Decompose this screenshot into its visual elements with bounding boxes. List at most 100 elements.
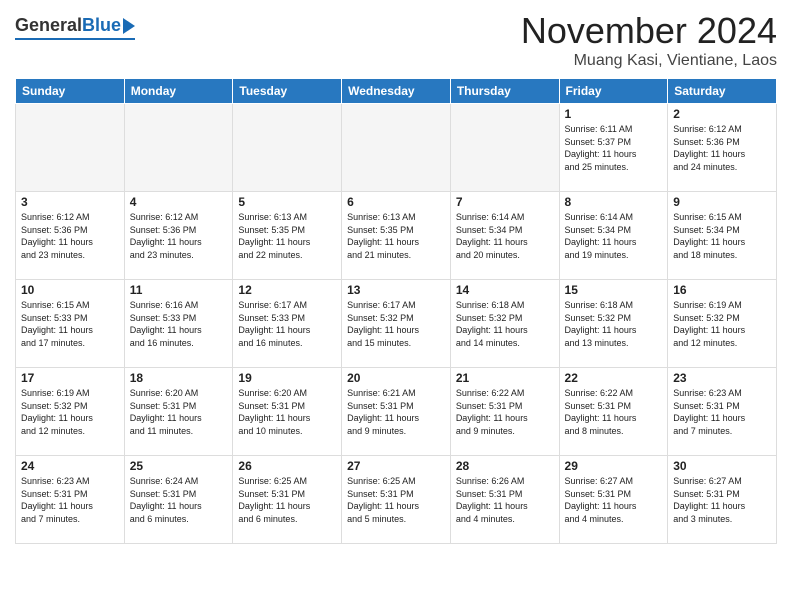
day-number: 26 xyxy=(238,459,336,473)
calendar-cell: 23 Sunrise: 6:23 AM Sunset: 5:31 PM Dayli… xyxy=(668,368,777,456)
day-number: 7 xyxy=(456,195,554,209)
week-row-5: 24 Sunrise: 6:23 AM Sunset: 5:31 PM Dayli… xyxy=(16,456,777,544)
calendar: SundayMondayTuesdayWednesdayThursdayFrid… xyxy=(15,78,777,544)
weekday-header-wednesday: Wednesday xyxy=(342,79,451,104)
calendar-cell xyxy=(233,104,342,192)
cell-text: Sunrise: 6:22 AM Sunset: 5:31 PM Dayligh… xyxy=(456,387,554,437)
calendar-cell: 30 Sunrise: 6:27 AM Sunset: 5:31 PM Dayli… xyxy=(668,456,777,544)
day-number: 18 xyxy=(130,371,228,385)
calendar-cell: 19 Sunrise: 6:20 AM Sunset: 5:31 PM Dayli… xyxy=(233,368,342,456)
cell-text: Sunrise: 6:19 AM Sunset: 5:32 PM Dayligh… xyxy=(673,299,771,349)
calendar-cell: 8Sunrise: 6:14 AM Sunset: 5:34 PM Daylig… xyxy=(559,192,668,280)
calendar-cell: 27 Sunrise: 6:25 AM Sunset: 5:31 PM Dayli… xyxy=(342,456,451,544)
calendar-cell xyxy=(342,104,451,192)
cell-text: Sunrise: 6:17 AM Sunset: 5:33 PM Dayligh… xyxy=(238,299,336,349)
day-number: 30 xyxy=(673,459,771,473)
cell-text: Sunrise: 6:27 AM Sunset: 5:31 PM Dayligh… xyxy=(565,475,663,525)
cell-text: Sunrise: 6:20 AM Sunset: 5:31 PM Dayligh… xyxy=(130,387,228,437)
logo-arrow-icon xyxy=(123,18,135,34)
cell-text: Sunrise: 6:11 AM Sunset: 5:37 PM Dayligh… xyxy=(565,123,663,173)
week-row-1: 1 Sunrise: 6:11 AM Sunset: 5:37 PM Daylig… xyxy=(16,104,777,192)
calendar-cell: 16Sunrise: 6:19 AM Sunset: 5:32 PM Dayli… xyxy=(668,280,777,368)
cell-text: Sunrise: 6:16 AM Sunset: 5:33 PM Dayligh… xyxy=(130,299,228,349)
logo-blue-text: Blue xyxy=(82,15,121,36)
week-row-4: 17 Sunrise: 6:19 AM Sunset: 5:32 PM Dayli… xyxy=(16,368,777,456)
cell-text: Sunrise: 6:12 AM Sunset: 5:36 PM Dayligh… xyxy=(21,211,119,261)
calendar-cell xyxy=(450,104,559,192)
calendar-cell: 22 Sunrise: 6:22 AM Sunset: 5:31 PM Dayli… xyxy=(559,368,668,456)
calendar-cell: 15Sunrise: 6:18 AM Sunset: 5:32 PM Dayli… xyxy=(559,280,668,368)
day-number: 17 xyxy=(21,371,119,385)
calendar-cell: 11Sunrise: 6:16 AM Sunset: 5:33 PM Dayli… xyxy=(124,280,233,368)
cell-text: Sunrise: 6:14 AM Sunset: 5:34 PM Dayligh… xyxy=(456,211,554,261)
week-row-2: 3 Sunrise: 6:12 AM Sunset: 5:36 PM Daylig… xyxy=(16,192,777,280)
cell-text: Sunrise: 6:18 AM Sunset: 5:32 PM Dayligh… xyxy=(456,299,554,349)
cell-text: Sunrise: 6:26 AM Sunset: 5:31 PM Dayligh… xyxy=(456,475,554,525)
cell-text: Sunrise: 6:18 AM Sunset: 5:32 PM Dayligh… xyxy=(565,299,663,349)
day-number: 25 xyxy=(130,459,228,473)
weekday-header-monday: Monday xyxy=(124,79,233,104)
calendar-cell xyxy=(16,104,125,192)
calendar-cell: 1 Sunrise: 6:11 AM Sunset: 5:37 PM Daylig… xyxy=(559,104,668,192)
calendar-cell: 7 Sunrise: 6:14 AM Sunset: 5:34 PM Daylig… xyxy=(450,192,559,280)
day-number: 24 xyxy=(21,459,119,473)
cell-text: Sunrise: 6:23 AM Sunset: 5:31 PM Dayligh… xyxy=(21,475,119,525)
calendar-cell: 9 Sunrise: 6:15 AM Sunset: 5:34 PM Daylig… xyxy=(668,192,777,280)
logo-underline xyxy=(15,38,135,40)
day-number: 21 xyxy=(456,371,554,385)
calendar-cell: 20 Sunrise: 6:21 AM Sunset: 5:31 PM Dayli… xyxy=(342,368,451,456)
month-title: November 2024 xyxy=(521,10,777,52)
day-number: 5 xyxy=(238,195,336,209)
cell-text: Sunrise: 6:27 AM Sunset: 5:31 PM Dayligh… xyxy=(673,475,771,525)
calendar-cell: 24 Sunrise: 6:23 AM Sunset: 5:31 PM Dayli… xyxy=(16,456,125,544)
day-number: 1 xyxy=(565,107,663,121)
cell-text: Sunrise: 6:12 AM Sunset: 5:36 PM Dayligh… xyxy=(673,123,771,173)
calendar-cell: 18 Sunrise: 6:20 AM Sunset: 5:31 PM Dayli… xyxy=(124,368,233,456)
cell-text: Sunrise: 6:13 AM Sunset: 5:35 PM Dayligh… xyxy=(347,211,445,261)
calendar-cell: 5 Sunrise: 6:13 AM Sunset: 5:35 PM Daylig… xyxy=(233,192,342,280)
cell-text: Sunrise: 6:20 AM Sunset: 5:31 PM Dayligh… xyxy=(238,387,336,437)
day-number: 3 xyxy=(21,195,119,209)
cell-text: Sunrise: 6:15 AM Sunset: 5:34 PM Dayligh… xyxy=(673,211,771,261)
day-number: 8 xyxy=(565,195,663,209)
weekday-header-sunday: Sunday xyxy=(16,79,125,104)
day-number: 29 xyxy=(565,459,663,473)
location-title: Muang Kasi, Vientiane, Laos xyxy=(521,52,777,70)
cell-text: Sunrise: 6:12 AM Sunset: 5:36 PM Dayligh… xyxy=(130,211,228,261)
cell-text: Sunrise: 6:19 AM Sunset: 5:32 PM Dayligh… xyxy=(21,387,119,437)
day-number: 19 xyxy=(238,371,336,385)
day-number: 23 xyxy=(673,371,771,385)
day-number: 4 xyxy=(130,195,228,209)
day-number: 12 xyxy=(238,283,336,297)
day-number: 14 xyxy=(456,283,554,297)
day-number: 28 xyxy=(456,459,554,473)
calendar-cell: 14 Sunrise: 6:18 AM Sunset: 5:32 PM Dayli… xyxy=(450,280,559,368)
cell-text: Sunrise: 6:21 AM Sunset: 5:31 PM Dayligh… xyxy=(347,387,445,437)
calendar-cell: 3 Sunrise: 6:12 AM Sunset: 5:36 PM Daylig… xyxy=(16,192,125,280)
calendar-cell: 25Sunrise: 6:24 AM Sunset: 5:31 PM Dayli… xyxy=(124,456,233,544)
weekday-header-thursday: Thursday xyxy=(450,79,559,104)
day-number: 20 xyxy=(347,371,445,385)
calendar-cell xyxy=(124,104,233,192)
cell-text: Sunrise: 6:15 AM Sunset: 5:33 PM Dayligh… xyxy=(21,299,119,349)
calendar-cell: 26Sunrise: 6:25 AM Sunset: 5:31 PM Dayli… xyxy=(233,456,342,544)
calendar-cell: 6 Sunrise: 6:13 AM Sunset: 5:35 PM Daylig… xyxy=(342,192,451,280)
day-number: 2 xyxy=(673,107,771,121)
cell-text: Sunrise: 6:13 AM Sunset: 5:35 PM Dayligh… xyxy=(238,211,336,261)
day-number: 27 xyxy=(347,459,445,473)
cell-text: Sunrise: 6:25 AM Sunset: 5:31 PM Dayligh… xyxy=(347,475,445,525)
calendar-cell: 28 Sunrise: 6:26 AM Sunset: 5:31 PM Dayli… xyxy=(450,456,559,544)
week-row-3: 10 Sunrise: 6:15 AM Sunset: 5:33 PM Dayli… xyxy=(16,280,777,368)
cell-text: Sunrise: 6:23 AM Sunset: 5:31 PM Dayligh… xyxy=(673,387,771,437)
day-number: 9 xyxy=(673,195,771,209)
calendar-cell: 4 Sunrise: 6:12 AM Sunset: 5:36 PM Daylig… xyxy=(124,192,233,280)
weekday-header-tuesday: Tuesday xyxy=(233,79,342,104)
cell-text: Sunrise: 6:22 AM Sunset: 5:31 PM Dayligh… xyxy=(565,387,663,437)
calendar-cell: 21 Sunrise: 6:22 AM Sunset: 5:31 PM Dayli… xyxy=(450,368,559,456)
weekday-header-saturday: Saturday xyxy=(668,79,777,104)
day-number: 6 xyxy=(347,195,445,209)
day-number: 22 xyxy=(565,371,663,385)
header: General Blue November 2024 Muang Kasi, V… xyxy=(15,10,777,70)
day-number: 10 xyxy=(21,283,119,297)
cell-text: Sunrise: 6:17 AM Sunset: 5:32 PM Dayligh… xyxy=(347,299,445,349)
